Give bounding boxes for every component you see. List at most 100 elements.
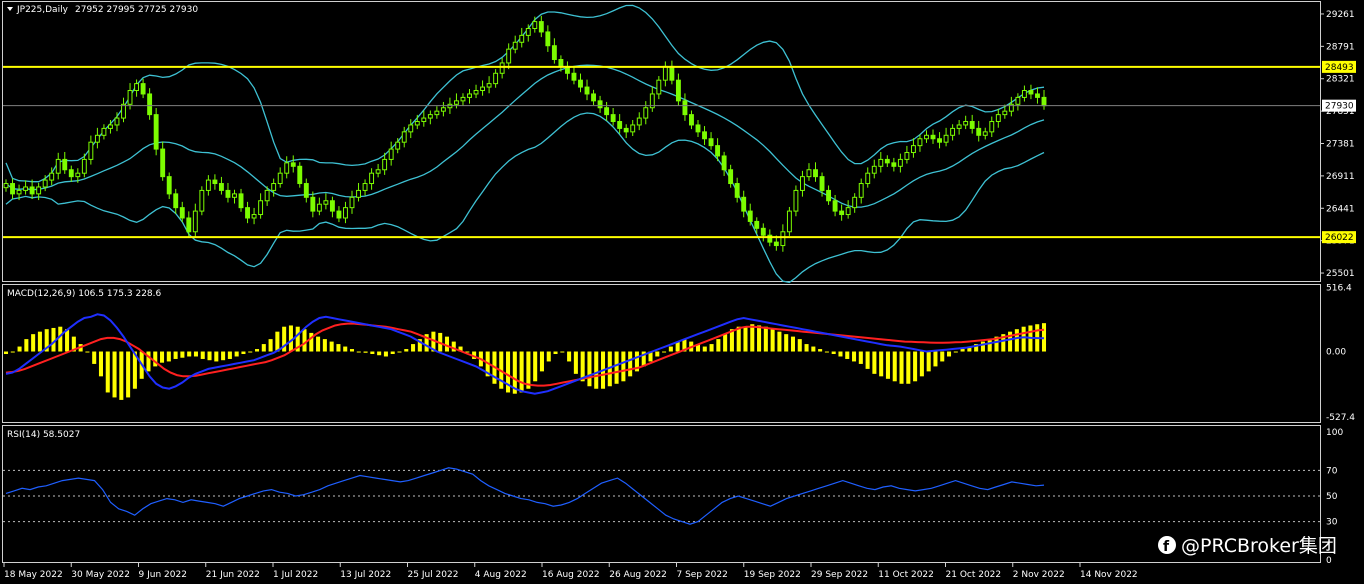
macd-histogram-bar [770,329,775,352]
candle-body [460,96,466,102]
candle-body [173,193,179,209]
candle-body [297,165,303,185]
candle-body [192,210,198,233]
macd-histogram-bar [31,334,36,352]
macd-histogram-bar [1014,329,1019,352]
candle-body [434,110,440,116]
candle-body [610,114,616,123]
macd-histogram-bar [451,341,456,352]
macd-histogram-bar [784,334,789,352]
candle-body [845,207,851,216]
macd-histogram-bar [736,326,741,352]
macd-histogram-bar [363,351,368,353]
candle-body [871,165,877,174]
macd-histogram-bar [85,351,90,353]
candle-body [604,107,610,116]
rsi-y-tick-label: 30 [1326,518,1338,528]
candle-body [839,210,845,216]
macd-histogram-bar [743,326,748,352]
candle-body [721,155,727,171]
candle-body [356,189,361,198]
candle-body [395,141,401,150]
candle-body [865,172,871,185]
candle-body [571,72,577,81]
candle-body [956,124,962,129]
macd-histogram-bar [227,351,232,359]
candle-body [225,189,231,198]
candle-body [989,121,995,133]
x-tick-label: 7 Sep 2022 [677,570,728,580]
macd-histogram-bar [241,351,246,354]
candle-body [1041,96,1047,107]
macd-histogram-bar [804,344,809,352]
bollinger-lower-band [5,112,1045,284]
candle-body [1015,96,1021,105]
candle-body [3,183,9,189]
candle-body [532,21,538,29]
candle-body [695,124,701,133]
macd-title: MACD(12,26,9) 106.5 175.3 228.6 [7,289,162,299]
macd-histogram-bar [933,351,938,367]
candle-body [662,65,668,81]
candle-body [930,134,936,140]
macd-histogram-bar [858,351,863,364]
candle-body [101,127,107,136]
macd-histogram-bar [872,351,877,374]
facebook-icon-glyph: f [1163,539,1170,555]
candle-body [199,189,205,212]
candle-body [81,158,87,174]
macd-histogram-bar [58,326,63,352]
candle-body [937,138,942,143]
macd-histogram-bar [831,351,836,354]
candle-body [388,148,394,160]
last-price-label: 27930 [1325,102,1354,112]
candle-body [1035,93,1040,98]
x-tick-label: 4 Aug 2022 [475,570,527,580]
collapse-triangle-icon[interactable] [7,7,13,11]
rsi-y-tick-label: 70 [1326,466,1338,476]
rsi-y-tick-label: 50 [1326,492,1338,502]
macd-histogram-bar [546,351,551,362]
candle-body [741,196,747,212]
bollinger-middle-band [5,64,1045,208]
macd-histogram-bar [316,336,321,352]
candle-body [153,114,159,150]
macd-histogram-bar [24,339,29,352]
macd-histogram-bar [553,351,558,354]
candle-body [558,59,564,67]
trading-chart: 2926128791283212785127381269112644125971… [2,1,1356,580]
macd-histogram-bar [560,351,565,353]
macd-histogram-bar [865,351,870,369]
candle-body [917,138,923,147]
macd-histogram-bar [587,351,592,387]
macd-histogram-bar [980,341,985,352]
candle-body [656,79,662,95]
candle-body [747,210,753,222]
candle-body [1028,90,1034,95]
macd-histogram-bar [343,346,348,352]
candle-body [675,79,681,102]
level-label: 28493 [1325,63,1354,73]
macd-histogram-bar [275,331,280,352]
x-tick-label: 9 Jun 2022 [139,570,187,580]
candle-body [976,127,982,136]
macd-y-tick-label: 516.4 [1326,283,1352,293]
macd-histogram-bar [655,351,660,357]
candle-body [205,179,211,191]
candle-body [578,79,583,88]
x-tick-label: 26 Aug 2022 [609,570,667,580]
candle-body [897,158,903,167]
price-y-tick-label: 28791 [1326,42,1355,52]
macd-histogram-bar [1021,326,1026,352]
candle-body [773,241,779,247]
candle-body [617,121,623,129]
price-y-tick-label: 29261 [1326,10,1355,20]
candle-body [49,172,55,181]
candle-body [525,27,531,36]
candle-body [218,183,224,191]
rsi-plot [3,467,1320,525]
macd-histogram-bar [221,351,226,361]
macd-histogram-bar [594,351,599,389]
macd-histogram-bar [567,351,572,362]
x-tick-label: 18 May 2022 [4,570,63,580]
